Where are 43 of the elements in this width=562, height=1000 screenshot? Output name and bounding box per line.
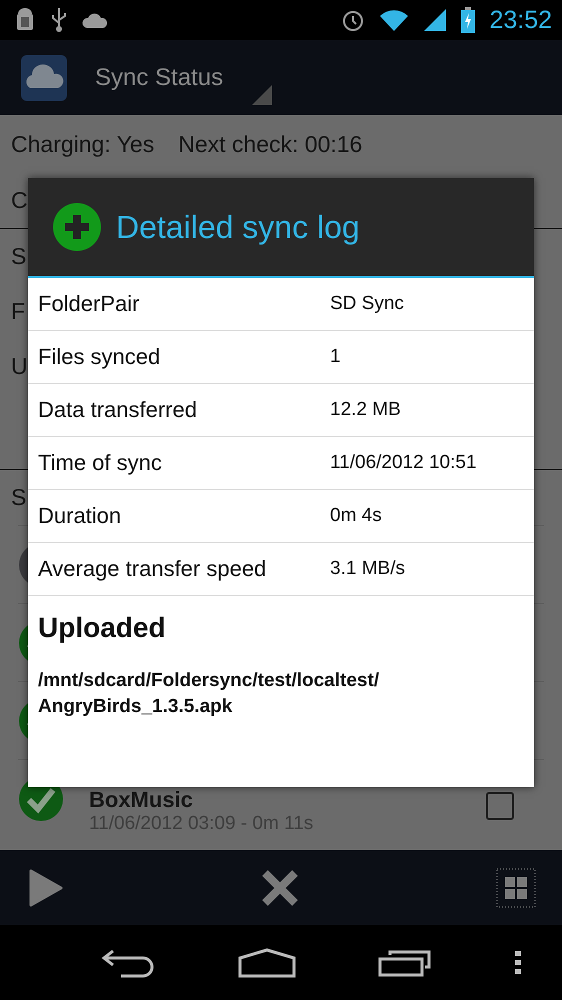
home-icon[interactable] [238,948,296,978]
dialog-title: Detailed sync log [116,208,360,246]
log-value: 11/06/2012 10:51 [330,452,477,474]
cloud-icon [82,11,108,29]
clock-time: 23:52 [489,6,552,34]
next-check: Next check: 00:16 [178,130,362,158]
alarm-icon [341,8,366,32]
section-label: S [11,484,26,511]
section-heading: Uploaded [38,612,166,644]
charging-status: Charging: Yes [11,130,154,158]
recents-icon[interactable] [378,948,432,976]
wifi-icon [379,8,410,32]
dropdown-corner-icon [252,85,272,105]
log-value: SD Sync [330,293,404,315]
log-label: Files synced [38,344,162,370]
section-label: S [11,243,26,270]
log-value: 3.1 MB/s [330,558,405,580]
back-icon[interactable] [101,948,156,978]
section-label: F [11,298,26,325]
log-label: Average transfer speed [38,556,268,582]
log-value: 12.2 MB [330,399,401,421]
section-label: U [11,353,28,380]
screen-title[interactable]: Sync Status [95,64,224,92]
cloud-app-icon[interactable] [20,54,68,102]
plus-icon [52,202,102,252]
log-label: FolderPair [38,291,140,317]
close-icon[interactable] [261,868,299,906]
folderpair-name: BoxMusic [89,789,194,811]
play-icon[interactable] [28,868,64,908]
log-label: Duration [38,503,122,529]
section-label: C [11,187,28,214]
signal-icon [423,8,448,32]
log-label: Time of sync [38,450,163,476]
grid-icon[interactable] [496,868,536,908]
battery-icon [461,7,476,33]
log-value: 0m 4s [330,505,382,527]
log-label: Data transferred [38,397,198,423]
usb-icon [50,7,68,33]
log-value: 1 [330,346,341,368]
android-icon [14,7,36,33]
file-path: /mnt/sdcard/Foldersync/test/localtest/AngryBirds_1.3.5.apk [38,669,380,719]
checkbox[interactable] [486,792,514,820]
overflow-menu-icon[interactable] [514,950,521,974]
